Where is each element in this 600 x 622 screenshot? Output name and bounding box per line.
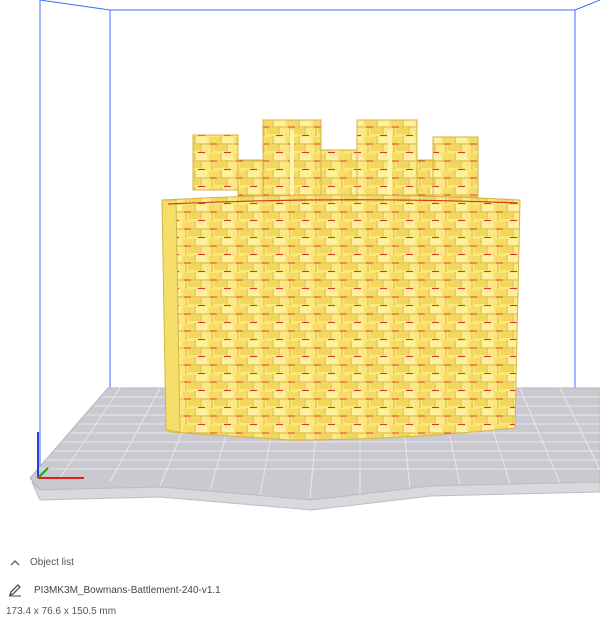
object-list-label: Object list [30,557,74,568]
battlement-model[interactable] [161,119,521,441]
dimensions-text: 173.4 x 76.6 x 150.5 mm [6,606,117,617]
chevron-up-icon [10,559,20,565]
object-file-name: PI3MK3M_Bowmans-Battlement-240-v1.1 [34,584,221,596]
object-dimensions: 173.4 x 76.6 x 150.5 mm [6,606,116,617]
object-list-toggle[interactable]: Object list [8,557,74,568]
pencil-icon[interactable] [8,583,22,597]
3d-viewport[interactable] [0,0,600,545]
object-entry[interactable]: PI3MK3M_Bowmans-Battlement-240-v1.1 [8,583,221,597]
object-list-panel: Object list PI3MK3M_Bowmans-Battlement-2… [0,545,600,622]
